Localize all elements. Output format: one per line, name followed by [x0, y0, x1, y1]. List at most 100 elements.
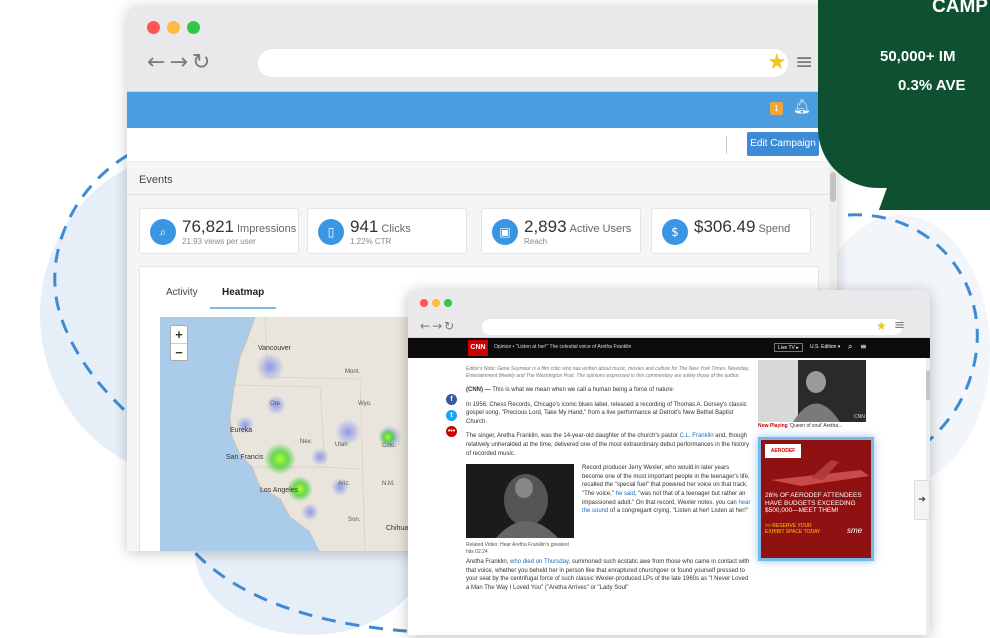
aretha-photo[interactable] — [466, 464, 574, 539]
browser-chrome: ←→↻ ★ ≡ — [408, 290, 930, 338]
notification-count-badge[interactable]: 1 — [770, 102, 783, 115]
article-link[interactable]: C.L. Franklin — [680, 433, 714, 439]
window-minimize-dot[interactable] — [432, 299, 440, 307]
stat-label: Spend — [758, 223, 791, 235]
article-link[interactable]: who died on Thursday — [510, 559, 568, 565]
article-link[interactable]: he said — [616, 491, 635, 497]
bookmark-star-icon[interactable]: ★ — [876, 319, 887, 333]
ad-logo: AERODEF — [765, 444, 801, 458]
search-icon[interactable]: ⌕ — [848, 342, 852, 352]
editors-note: Editor's Note: Gene Seymour is a film cr… — [466, 366, 750, 379]
window-maximize-dot[interactable] — [444, 299, 452, 307]
scrollbar-thumb[interactable] — [926, 370, 930, 400]
window-close-dot[interactable] — [420, 299, 428, 307]
browser-nav-buttons: ←→↻ — [420, 319, 456, 333]
heatmap-map[interactable]: + − Vancouver Mont. Ore. Wyo. Eureka Nev… — [160, 317, 415, 551]
map-zoom-control: + − — [170, 325, 188, 361]
now-playing-label[interactable]: Now Playing 'Queen of soul' Aretha... — [758, 423, 842, 429]
article-paragraph: In 1956, Chess Records, Chicago's iconic… — [466, 401, 747, 425]
map-canvas — [229, 317, 415, 551]
map-label-san-francisco: San Francis — [226, 454, 264, 461]
forward-arrow-icon[interactable]: → — [432, 319, 444, 333]
forward-arrow-icon[interactable]: → — [169, 50, 191, 75]
cnn-header: CNN Opinion • "Listen at her!" The celes… — [408, 338, 930, 358]
stat-card-active-users: ▣ 2,893 Active Users Reach — [481, 208, 641, 254]
stat-value: 941 Clicks — [350, 217, 411, 236]
video-thumbnail-image: CNN — [758, 360, 866, 422]
badge-title: CAMP — [932, 0, 988, 17]
edit-campaign-button[interactable]: Edit Campaign — [747, 132, 819, 156]
address-bar[interactable] — [482, 319, 902, 335]
browser-menu-icon[interactable]: ≡ — [894, 318, 905, 333]
photo-credit: CNN — [854, 414, 865, 420]
badge-impressions-stat: 50,000+ IM — [880, 48, 956, 65]
window-maximize-dot[interactable] — [187, 21, 200, 34]
article-paragraph: Aretha Franklin, who died on Thursday, s… — [466, 559, 750, 591]
article-paragraph: The singer, Aretha Franklin, was the 14-… — [466, 433, 750, 457]
search-icon: ⌕ — [150, 219, 176, 245]
facebook-share-icon[interactable]: f — [446, 394, 457, 405]
tab-heatmap[interactable]: Heatmap — [210, 287, 277, 309]
map-label-ariz: Ariz. — [338, 481, 350, 487]
map-label-wyo: Wyo. — [358, 401, 372, 407]
window-minimize-dot[interactable] — [167, 21, 180, 34]
map-label-los-angeles: Los Angeles — [260, 487, 299, 494]
stat-subtext: Reach — [524, 237, 548, 246]
zoom-out-button[interactable]: − — [171, 344, 187, 362]
map-label-chihuahua: Chihua — [386, 525, 409, 532]
article-header-title: Opinion • "Listen at her!" The celestial… — [494, 344, 632, 350]
live-tv-button[interactable]: Live TV ▸ — [774, 343, 803, 352]
heat-spot — [264, 443, 296, 475]
now-playing-video-thumbnail[interactable]: CNN — [758, 360, 866, 422]
reload-icon[interactable]: ↻ — [192, 50, 214, 75]
article-body: Editor's Note: Gene Seymour is a film cr… — [466, 366, 752, 599]
tab-activity[interactable]: Activity — [154, 287, 210, 307]
browser-menu-icon[interactable]: ≡ — [795, 50, 813, 75]
address-bar[interactable] — [258, 49, 788, 77]
stat-value: 76,821 Impressions — [182, 217, 297, 236]
cnn-logo[interactable]: CNN — [468, 340, 488, 356]
map-label-mont: Mont. — [345, 369, 361, 375]
reload-icon[interactable]: ↻ — [444, 319, 456, 333]
heat-spot — [311, 448, 329, 466]
stat-label: Impressions — [237, 223, 297, 235]
map-label-eureka: Eureka — [230, 427, 253, 434]
stat-value: 2,893 Active Users — [524, 217, 632, 236]
map-label-utah: Utah — [335, 442, 348, 448]
stat-card-impressions: ⌕ 76,821 Impressions 21.93 views per user — [139, 208, 299, 254]
back-arrow-icon[interactable]: ← — [420, 319, 432, 333]
bell-icon[interactable]: 🔔︎ — [793, 99, 811, 115]
zoom-in-button[interactable]: + — [171, 326, 187, 344]
map-label-nm: N.M. — [382, 481, 395, 487]
toolbar-search-field[interactable] — [287, 136, 727, 154]
edition-selector[interactable]: U.S. Edition ▾ — [810, 344, 840, 350]
map-label-vancouver: Vancouver — [258, 345, 291, 352]
events-heading: Events — [139, 174, 173, 186]
map-label-ore: Ore. — [270, 401, 282, 407]
ad-call-to-action[interactable]: >> RESERVE YOUR EXHIBIT SPACE TODAY — [765, 523, 820, 535]
user-card-icon: ▣ — [492, 219, 518, 245]
banner-ad[interactable]: AERODEF 26% OF AERODEF ATTENDEES HAVE BU… — [758, 437, 874, 561]
related-video-caption[interactable]: Related Video: Hear Aretha Franklin's gr… — [466, 542, 574, 556]
dollar-icon: $ — [662, 219, 688, 245]
heat-spot — [301, 503, 319, 521]
campaign-toolbar: Edit Campaign — [127, 128, 837, 162]
scrollbar-thumb[interactable] — [830, 172, 836, 202]
map-label-colo: Colo. — [382, 443, 397, 449]
hamburger-menu-icon[interactable]: ≡ — [860, 342, 867, 351]
twitter-share-icon[interactable]: t — [446, 410, 457, 421]
stat-subtext: 21.93 views per user — [182, 237, 256, 246]
next-arrow-icon[interactable]: ➔ — [914, 480, 930, 520]
app-header-bar: 1 🔔︎ ⋮ — [127, 92, 837, 128]
map-label-son: Son. — [348, 517, 361, 523]
window-close-dot[interactable] — [147, 21, 160, 34]
browser-chrome: ←→↻ ★ ≡ — [127, 6, 837, 92]
article-browser-window: ←→↻ ★ ≡ CNN Opinion • "Listen at her!" T… — [408, 290, 930, 635]
back-arrow-icon[interactable]: ← — [147, 50, 169, 75]
bookmark-star-icon[interactable]: ★ — [767, 50, 787, 75]
photo-image — [466, 464, 574, 539]
stat-label: Active Users — [569, 223, 632, 235]
mouse-icon: ▯ — [318, 219, 344, 245]
events-divider — [127, 194, 829, 195]
more-share-icon[interactable]: ••• — [446, 426, 457, 437]
